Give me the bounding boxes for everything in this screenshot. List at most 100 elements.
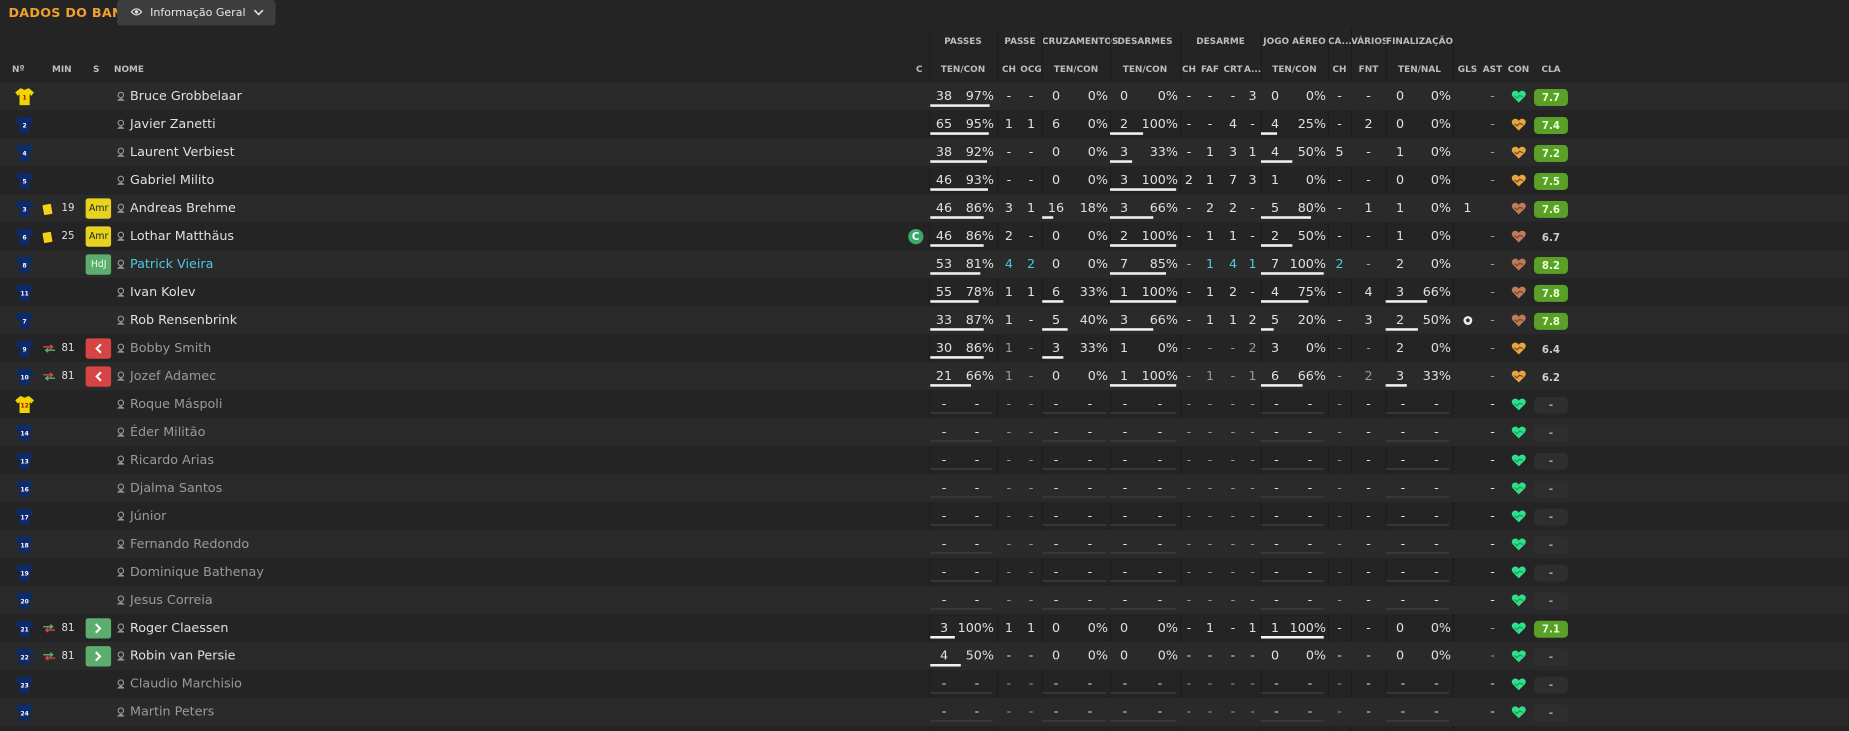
subbed-on-badge[interactable] — [85, 618, 112, 639]
table-row[interactable]: 11Bruce Grobbelaar3897%--00%00%---300%--… — [0, 82, 1849, 111]
column-header-ca_ch[interactable]: CH — [1328, 64, 1351, 74]
view-selector-button[interactable]: Informação Geral — [117, 0, 276, 26]
column-header-s[interactable]: S — [93, 64, 99, 74]
faf-value: 1 — [1205, 144, 1215, 160]
table-row[interactable]: 1919Dominique Bathenay------------------… — [0, 558, 1849, 586]
shirt-number-icon: 17 — [14, 507, 34, 527]
subbed-on-badge[interactable] — [85, 646, 112, 667]
person-icon — [116, 250, 125, 278]
column-header-con[interactable]: CON — [1505, 64, 1532, 74]
column-header-dsr_faf[interactable]: FAF — [1198, 64, 1222, 74]
column-header-fnt[interactable]: FNT — [1351, 64, 1386, 74]
player-name[interactable]: Robin van Persie — [130, 642, 235, 670]
table-row[interactable]: 1212Roque Máspoli-------------------- — [0, 390, 1849, 418]
column-header-passe_ch[interactable]: CH — [998, 64, 1020, 74]
table-row[interactable]: 9981Bobby Smith3086%1-333%10%---230%--20… — [0, 334, 1849, 362]
table-row[interactable]: 212181Roger Claessen3100%1100%00%-1-1110… — [0, 614, 1849, 642]
table-row[interactable]: 2424Martin Peters-------------------- — [0, 698, 1849, 727]
player-name[interactable]: Ricardo Arias — [130, 446, 214, 474]
empty-bar — [929, 720, 992, 723]
player-name[interactable]: Andreas Brehme — [130, 194, 236, 222]
subbed-off-badge[interactable] — [85, 366, 112, 387]
chevron-down-icon — [253, 6, 264, 19]
column-header-dsr_crt[interactable]: CRT — [1222, 64, 1244, 74]
player-name[interactable]: Roque Máspoli — [130, 390, 222, 418]
match-rating: - — [1533, 649, 1568, 667]
column-header-cla[interactable]: CLA — [1536, 64, 1566, 74]
table-row[interactable]: 1818Fernando Redondo-------------------- — [0, 530, 1849, 559]
player-name[interactable]: Claudio Marchisio — [130, 670, 242, 698]
condition-heart-icon — [1505, 502, 1532, 530]
table-row[interactable]: 2020Jesus Correia-------------------- — [0, 586, 1849, 615]
player-name[interactable]: Lothar Matthäus — [130, 222, 234, 250]
player-name[interactable]: Roger Claessen — [130, 614, 228, 642]
player-name[interactable]: Djalma Santos — [130, 474, 222, 502]
table-row[interactable]: 1717Júnior-------------------- — [0, 502, 1849, 530]
subbed-off-badge[interactable] — [85, 338, 112, 359]
table-row[interactable]: 88HdJPatrick Vieira5381%4200%785%-141710… — [0, 250, 1849, 279]
column-header-dsr_a[interactable]: A... — [1244, 64, 1261, 74]
player-name[interactable]: Rob Rensenbrink — [130, 306, 237, 334]
player-name[interactable]: Gabriel Milito — [130, 166, 214, 194]
table-row[interactable]: 2323Claudio Marchisio-------------------… — [0, 670, 1849, 698]
player-name[interactable]: Dominique Bathenay — [130, 558, 264, 586]
player-name[interactable]: Éder Militão — [130, 418, 205, 446]
empty-stat: - — [1250, 592, 1255, 608]
player-name[interactable]: Fernando Redondo — [130, 530, 249, 558]
pocg-value: 2 — [1026, 256, 1036, 272]
ae-success-bar — [1260, 132, 1277, 135]
table-row[interactable]: 55Gabriel Milito4693%--00%3100%217310%--… — [0, 166, 1849, 194]
table-row[interactable]: 44Laurent Verbiest3892%--00%333%-131450%… — [0, 138, 1849, 167]
player-name[interactable]: Bobby Smith — [130, 334, 211, 362]
ast-value: - — [1490, 228, 1495, 244]
table-row[interactable]: 3319AmrAndreas Brehme4686%311618%366%-22… — [0, 194, 1849, 223]
player-name[interactable]: Martin Peters — [130, 698, 214, 726]
column-header-cruz[interactable]: TEN/CON — [1042, 64, 1110, 74]
match-rating: 7.8 — [1533, 313, 1568, 331]
column-header-c[interactable]: C — [916, 64, 923, 74]
column-header-num[interactable]: Nº — [12, 64, 24, 74]
substitution-icon — [42, 642, 56, 670]
empty-stat: - — [1157, 592, 1163, 608]
player-name[interactable]: Patrick Vieira — [130, 250, 213, 278]
empty-stat: - — [1337, 396, 1342, 412]
match-rating: - — [1533, 705, 1568, 723]
empty-stat: - — [1230, 424, 1236, 440]
player-name[interactable]: Jesus Correia — [130, 586, 213, 614]
player-name[interactable]: Bruce Grobbelaar — [130, 82, 242, 110]
svg-text:4: 4 — [22, 151, 26, 158]
column-header-aereo[interactable]: TEN/CON — [1261, 64, 1328, 74]
empty-stat: - — [1186, 564, 1192, 580]
a-value: 3 — [1248, 88, 1257, 104]
player-name[interactable]: Laurent Verbiest — [130, 138, 235, 166]
player-name[interactable]: Ivan Kolev — [130, 278, 196, 306]
table-row[interactable]: 1111Ivan Kolev5578%11633%1100%-12-475%-4… — [0, 278, 1849, 306]
empty-stat: - — [1366, 452, 1371, 468]
column-header-gls[interactable]: GLS — [1455, 64, 1480, 74]
table-row[interactable]: 6625AmrLothar MatthäusC4686%2-00%2100%-1… — [0, 222, 1849, 250]
table-row[interactable]: 1414Éder Militão-------------------- — [0, 418, 1849, 447]
column-header-des[interactable]: TEN/CON — [1110, 64, 1180, 74]
player-name[interactable]: Júnior — [130, 502, 166, 530]
person-icon — [116, 82, 125, 110]
empty-stat: - — [1053, 704, 1059, 720]
column-header-fin[interactable]: TEN/NAL — [1386, 64, 1453, 74]
column-header-nome[interactable]: NOME — [114, 64, 144, 74]
empty-stat: - — [1274, 704, 1279, 720]
column-header-passes[interactable]: TEN/CON — [930, 64, 996, 74]
column-header-dsr_ch[interactable]: CH — [1180, 64, 1198, 74]
column-header-passe_ocg[interactable]: OCG — [1020, 64, 1042, 74]
faf-value: 1 — [1205, 284, 1215, 300]
table-row[interactable]: 101081Jozef Adamec2166%1-00%1100%-1-1666… — [0, 362, 1849, 391]
column-header-ast[interactable]: AST — [1480, 64, 1505, 74]
table-row[interactable]: 1313Ricardo Arias-------------------- — [0, 446, 1849, 474]
table-row[interactable]: 1616Djalma Santos-------------------- — [0, 474, 1849, 503]
table-row[interactable]: 222281Robin van Persie450%--00%00%----00… — [0, 642, 1849, 671]
column-header-min[interactable]: MIN — [52, 64, 72, 74]
player-name[interactable]: Jozef Adamec — [130, 362, 216, 390]
svg-text:1: 1 — [22, 95, 26, 102]
table-row[interactable]: 77Rob Rensenbrink3387%1-540%366%-112520%… — [0, 306, 1849, 335]
dch-value: - — [1186, 648, 1192, 664]
table-row[interactable]: 22Javier Zanetti6595%1160%2100%--4-425%-… — [0, 110, 1849, 138]
player-name[interactable]: Javier Zanetti — [130, 110, 216, 138]
